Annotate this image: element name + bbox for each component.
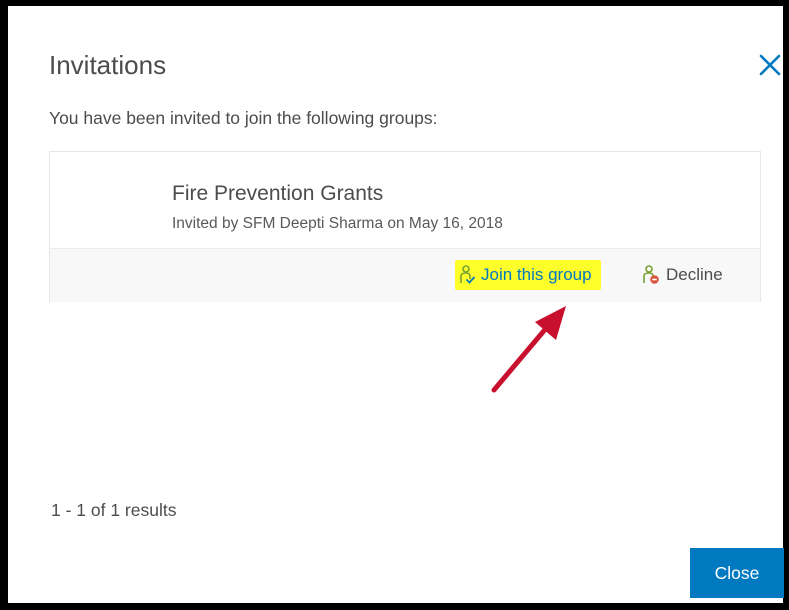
user-decline-icon [643, 265, 659, 284]
join-group-label: Join this group [481, 265, 592, 284]
close-button[interactable]: Close [690, 548, 784, 598]
join-group-button[interactable]: Join this group [455, 260, 601, 290]
invitation-card: Fire Prevention Grants Invited by SFM De… [49, 151, 761, 302]
decline-label: Decline [666, 265, 723, 284]
user-join-icon [460, 265, 475, 284]
invitation-actions: Join this group Decline [50, 248, 760, 302]
invitation-info: Fire Prevention Grants Invited by SFM De… [50, 152, 760, 248]
invited-by-text: Invited by SFM Deepti Sharma on May 16, … [172, 215, 503, 232]
group-name: Fire Prevention Grants [172, 182, 384, 205]
decline-button[interactable]: Decline [642, 260, 723, 290]
dialog-title: Invitations [49, 50, 167, 80]
annotation-arrow-icon [491, 306, 566, 393]
close-icon[interactable] [756, 51, 784, 79]
dialog-subtitle: You have been invited to join the follow… [49, 108, 438, 128]
invitations-dialog: Invitations You have been invited to joi… [0, 0, 789, 610]
results-count: 1 - 1 of 1 results [51, 500, 177, 520]
